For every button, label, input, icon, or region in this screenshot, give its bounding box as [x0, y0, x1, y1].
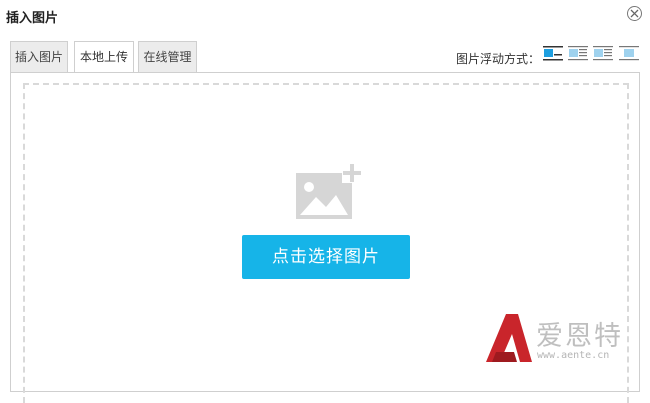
float-left-icon — [568, 46, 588, 61]
choose-image-button[interactable]: 点击选择图片 — [242, 235, 410, 279]
float-mode-label: 图片浮动方式： — [456, 52, 541, 66]
float-center-icon — [593, 46, 613, 61]
brand-logo-icon — [486, 314, 532, 362]
add-image-icon — [296, 163, 362, 221]
watermark: 爱恩特 www.aente.cn — [484, 314, 634, 366]
watermark-brand: 爱恩特 — [536, 321, 623, 352]
watermark-url: www.aente.cn — [537, 350, 610, 361]
float-none-icon — [543, 46, 563, 61]
tab-local-upload[interactable]: 本地上传 — [74, 41, 134, 73]
dialog-titlebar: 插入图片 — [0, 0, 650, 30]
close-button[interactable] — [627, 6, 642, 21]
float-none-button[interactable] — [543, 45, 563, 63]
tab-online-manage[interactable]: 在线管理 — [138, 41, 197, 72]
close-icon — [630, 9, 639, 18]
float-right-button[interactable] — [619, 45, 639, 63]
float-left-button[interactable] — [568, 45, 588, 63]
dialog-title: 插入图片 — [6, 11, 59, 26]
float-center-button[interactable] — [593, 45, 613, 63]
tab-insert-image[interactable]: 插入图片 — [10, 41, 68, 72]
float-right-icon — [619, 46, 639, 61]
